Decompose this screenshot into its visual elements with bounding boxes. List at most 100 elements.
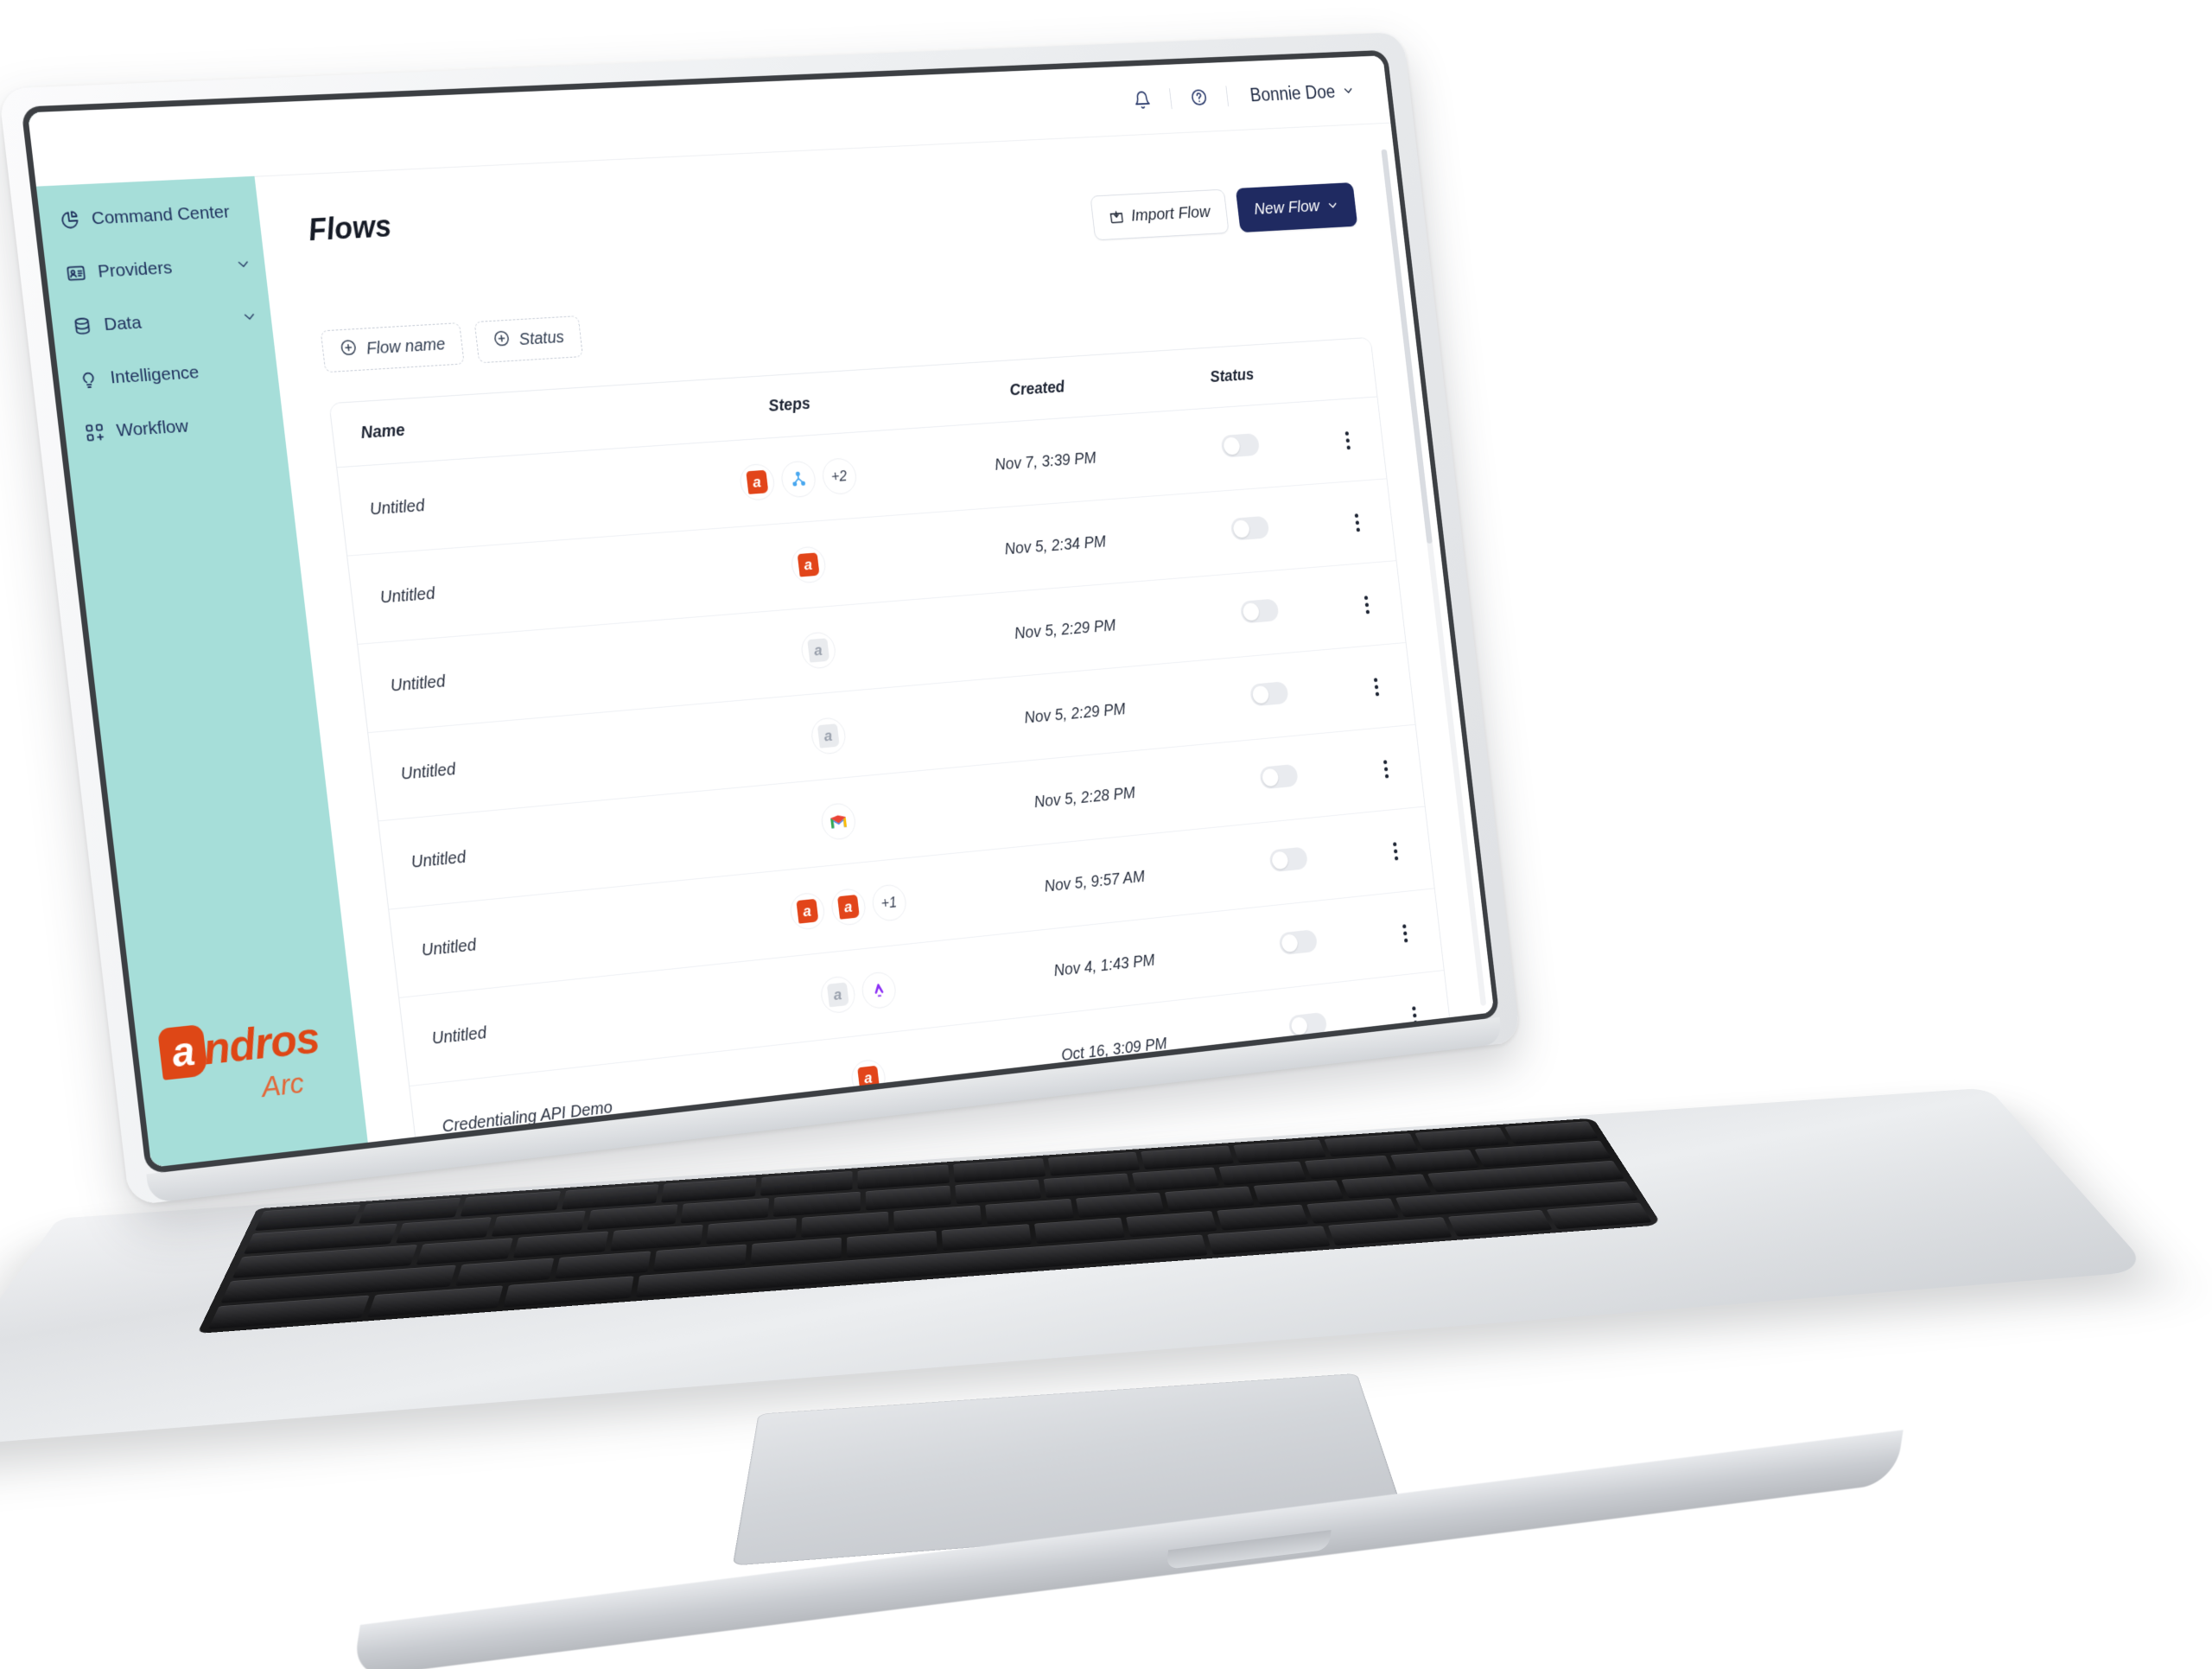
keyboard-key xyxy=(1206,1226,1331,1255)
pie-chart-icon xyxy=(58,208,82,232)
status-toggle[interactable] xyxy=(1287,1011,1328,1039)
steps-group: aa+1 xyxy=(750,1131,1005,1143)
andros-app-icon-muted: a xyxy=(826,982,849,1008)
keyboard-key xyxy=(1328,1217,1452,1246)
filter-chip-label: Status xyxy=(518,328,565,349)
chevron-down-icon[interactable] xyxy=(234,256,252,274)
filter-chip-status[interactable]: Status xyxy=(474,315,583,364)
steps-group: a xyxy=(689,622,944,679)
gmail-icon xyxy=(828,812,848,831)
help-circle-icon xyxy=(1189,87,1208,107)
kebab-icon[interactable] xyxy=(1389,1084,1459,1110)
status-toggle[interactable] xyxy=(1230,515,1270,541)
plus-circle-icon xyxy=(339,338,359,362)
step-overflow-chip[interactable]: +1 xyxy=(870,882,908,923)
kebab-icon[interactable] xyxy=(1370,920,1440,946)
keyboard-key xyxy=(751,1237,842,1265)
chevron-down-icon xyxy=(1325,198,1340,213)
cell-actions xyxy=(1366,888,1444,978)
step-chip[interactable]: a xyxy=(829,887,868,927)
keyboard-key xyxy=(1414,1127,1510,1150)
status-toggle[interactable] xyxy=(1220,433,1261,458)
new-flow-button[interactable]: New Flow xyxy=(1235,182,1358,233)
chevron-down-icon[interactable] xyxy=(240,308,258,326)
keyboard-key xyxy=(1305,1155,1394,1180)
kebab-icon[interactable] xyxy=(1380,1003,1449,1029)
kebab-icon[interactable] xyxy=(1313,429,1382,451)
kebab-icon[interactable] xyxy=(1351,756,1421,780)
keyboard-key xyxy=(586,1204,678,1231)
keyboard-key xyxy=(455,1258,555,1287)
status-toggle[interactable] xyxy=(1239,598,1280,624)
step-chip[interactable] xyxy=(819,801,857,842)
kebab-icon[interactable] xyxy=(1332,593,1402,616)
cell-status xyxy=(1190,648,1348,745)
sidebar-item-label: Intelligence xyxy=(109,362,200,388)
cell-status xyxy=(1200,730,1357,828)
table-body: Untitled a +2 Nov 7, 3:39 PM Untitled a Nov 5,… xyxy=(337,397,1463,1143)
keyboard-key xyxy=(1547,1202,1653,1230)
column-header-status[interactable]: Status xyxy=(1154,341,1310,411)
step-overflow-chip[interactable]: +2 xyxy=(820,457,858,496)
step-chip[interactable]: a xyxy=(738,462,776,502)
keyboard-key xyxy=(1125,1211,1217,1238)
status-toggle[interactable] xyxy=(1249,681,1289,707)
help-button[interactable] xyxy=(1180,79,1217,117)
new-flow-label: New Flow xyxy=(1253,196,1321,219)
column-header-actions xyxy=(1302,337,1377,402)
page-header: Flows Import Flow New Flow xyxy=(307,161,1358,283)
chevron-down-icon xyxy=(1341,84,1355,99)
filter-chip-flow-name[interactable]: Flow name xyxy=(320,322,465,373)
step-overflow-chip[interactable]: +1 xyxy=(899,1138,938,1143)
cell-actions xyxy=(1357,806,1434,896)
cell-status xyxy=(1180,565,1338,662)
step-chip[interactable] xyxy=(779,460,817,499)
steps-group: a +2 xyxy=(669,453,925,506)
screen: Command Center Providers Data Intelligence W… xyxy=(27,55,1495,1168)
keyboard-key xyxy=(800,1211,889,1238)
step-chip[interactable]: a xyxy=(818,975,857,1015)
keyboard-key xyxy=(847,1230,938,1258)
id-card-icon xyxy=(64,262,88,285)
step-chip[interactable]: a xyxy=(799,631,837,670)
cell-actions xyxy=(1347,724,1425,813)
bell-icon xyxy=(1132,90,1152,110)
keyboard-key xyxy=(941,1224,1032,1252)
keyboard-key xyxy=(893,1205,982,1232)
keyboard-key xyxy=(680,1198,770,1224)
keyboard-key xyxy=(865,1185,951,1211)
step-chip[interactable]: a xyxy=(789,545,828,584)
steps-group: aa +1 xyxy=(720,876,976,938)
andros-app-icon: a xyxy=(836,895,860,920)
cell-actions xyxy=(1338,642,1415,731)
status-toggle[interactable] xyxy=(1259,763,1299,790)
flows-table: Name Steps Created Status Untitled a +2 Nov… xyxy=(329,337,1463,1143)
keyboard-key xyxy=(1503,1121,1599,1144)
step-chip[interactable] xyxy=(860,971,898,1010)
kebab-icon[interactable] xyxy=(1361,838,1431,863)
user-menu[interactable]: Bonnie Doe xyxy=(1237,75,1361,111)
scene: Command Center Providers Data Intelligence W… xyxy=(0,0,2212,1669)
import-flow-button[interactable]: Import Flow xyxy=(1090,188,1230,241)
page-actions: Import Flow New Flow xyxy=(1090,182,1358,241)
status-toggle[interactable] xyxy=(1297,1094,1338,1122)
keyboard-key xyxy=(773,1191,861,1217)
andros-app-icon: a xyxy=(745,469,769,494)
steps-group: a xyxy=(699,707,955,766)
keyboard-key xyxy=(1131,1167,1219,1192)
step-chip[interactable]: a xyxy=(809,717,848,755)
status-toggle[interactable] xyxy=(1278,929,1319,956)
notifications-button[interactable] xyxy=(1123,81,1160,119)
kebab-icon[interactable] xyxy=(1342,675,1412,699)
step-chip[interactable]: a xyxy=(788,891,826,932)
kebab-icon[interactable] xyxy=(1322,511,1392,534)
plus-circle-icon xyxy=(492,328,512,353)
filter-chip-label: Flow name xyxy=(365,334,447,359)
content-inner: Flows Import Flow New Flow Flow name Sta… xyxy=(254,123,1494,1143)
status-toggle[interactable] xyxy=(1268,846,1308,873)
flows-table-card: Name Steps Created Status Untitled a +2 Nov… xyxy=(328,336,1464,1143)
laptop-lid: Command Center Providers Data Intelligence W… xyxy=(0,32,1521,1206)
keyboard-key xyxy=(1165,1186,1255,1212)
keyboard-key xyxy=(396,1217,493,1244)
keyboard-key xyxy=(1389,1150,1479,1174)
